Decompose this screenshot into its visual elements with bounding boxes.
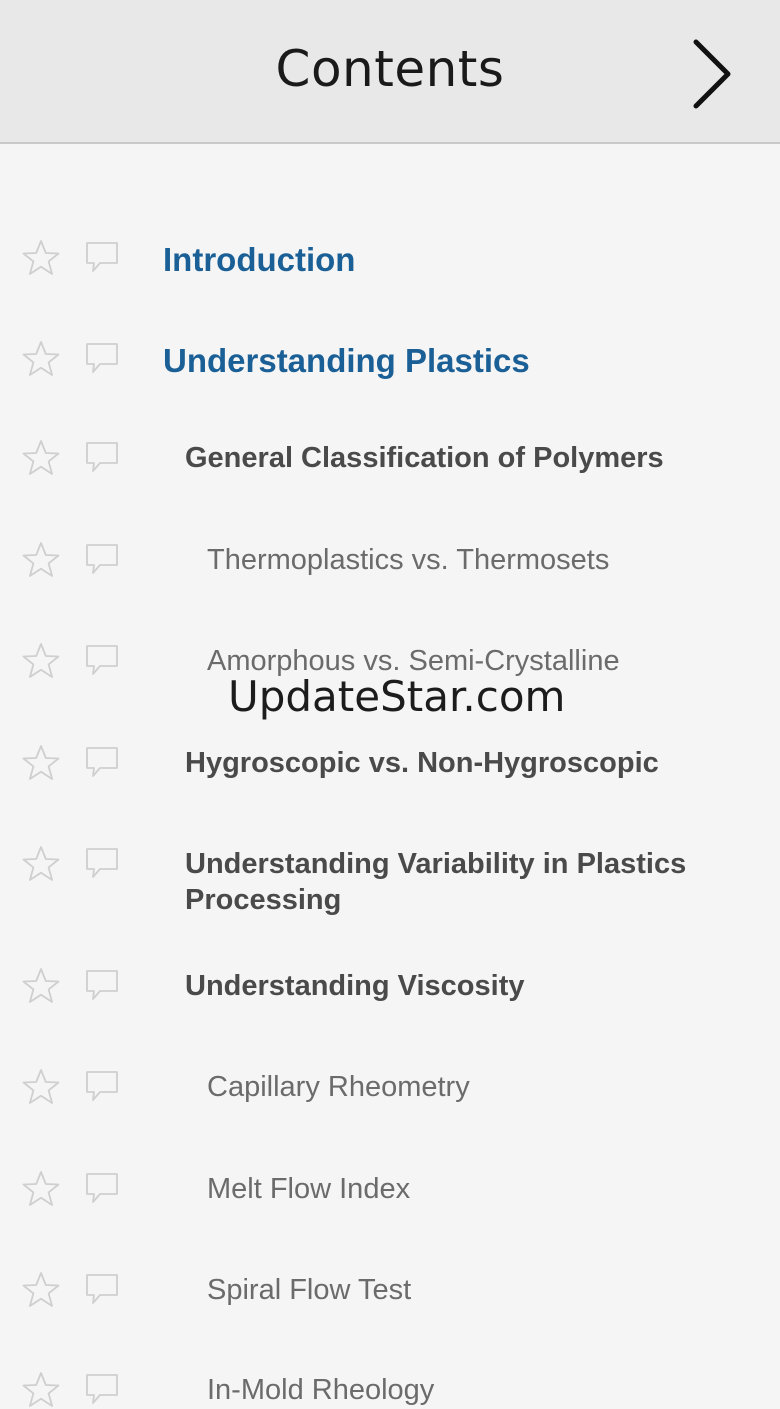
star-icon[interactable] xyxy=(22,541,60,579)
comment-icon[interactable] xyxy=(84,968,120,1004)
chevron-right-icon xyxy=(693,39,731,109)
star-icon[interactable] xyxy=(22,1271,60,1309)
toc-item-label[interactable]: Understanding Plastics xyxy=(163,343,530,379)
toc-item-label[interactable]: Spiral Flow Test xyxy=(207,1272,411,1308)
next-button[interactable] xyxy=(680,36,744,112)
star-icon[interactable] xyxy=(22,845,60,883)
star-icon[interactable] xyxy=(22,1068,60,1106)
star-icon[interactable] xyxy=(22,1371,60,1409)
comment-icon[interactable] xyxy=(84,1372,120,1408)
star-icon[interactable] xyxy=(22,744,60,782)
toc-item-label[interactable]: In-Mold Rheology xyxy=(207,1372,434,1408)
comment-icon[interactable] xyxy=(84,643,120,679)
comment-icon[interactable] xyxy=(84,542,120,578)
star-icon[interactable] xyxy=(22,642,60,680)
comment-icon[interactable] xyxy=(84,240,120,276)
toc-item-label[interactable]: Amorphous vs. Semi-Crystalline xyxy=(207,643,620,679)
star-icon[interactable] xyxy=(22,439,60,477)
page-title: Contents xyxy=(275,40,505,98)
comment-icon[interactable] xyxy=(84,1171,120,1207)
star-icon[interactable] xyxy=(22,340,60,378)
toc-item-label[interactable]: Hygroscopic vs. Non-Hygroscopic xyxy=(185,745,745,781)
comment-icon[interactable] xyxy=(84,745,120,781)
comment-icon[interactable] xyxy=(84,440,120,476)
table-of-contents: Introduction Understanding Plastics Gene… xyxy=(0,146,780,1407)
star-icon[interactable] xyxy=(22,1170,60,1208)
star-icon[interactable] xyxy=(22,967,60,1005)
toc-item-label[interactable]: Understanding Variability in Plastics Pr… xyxy=(185,846,745,918)
toc-item-label[interactable]: General Classification of Polymers xyxy=(185,440,745,476)
toc-item-label[interactable]: Thermoplastics vs. Thermosets xyxy=(207,542,609,578)
toc-item-label[interactable]: Melt Flow Index xyxy=(207,1171,410,1207)
star-icon[interactable] xyxy=(22,239,60,277)
comment-icon[interactable] xyxy=(84,1069,120,1105)
toc-item-label[interactable]: Understanding Viscosity xyxy=(185,968,745,1004)
header-bar: Contents xyxy=(0,0,780,144)
toc-item-label[interactable]: Introduction xyxy=(163,242,355,278)
comment-icon[interactable] xyxy=(84,341,120,377)
toc-item-label[interactable]: Capillary Rheometry xyxy=(207,1069,470,1105)
comment-icon[interactable] xyxy=(84,1272,120,1308)
comment-icon[interactable] xyxy=(84,846,120,882)
